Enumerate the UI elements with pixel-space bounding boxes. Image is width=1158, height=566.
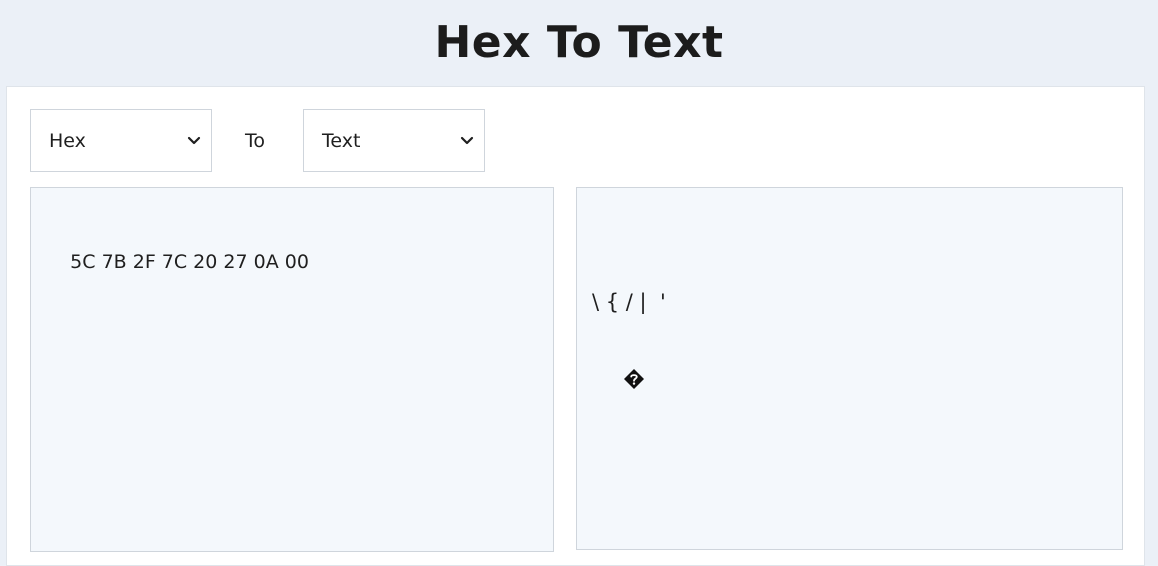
chevron-down-icon <box>460 136 474 144</box>
to-label: To <box>245 130 266 152</box>
text-output-textarea[interactable]: \ { / | ' <box>576 187 1123 550</box>
converter-card: Hex To Text 5C 7B 2F 7C 20 27 0A 00 \ { … <box>6 86 1145 566</box>
replacement-character-icon <box>623 369 644 389</box>
hex-input-textarea[interactable]: 5C 7B 2F 7C 20 27 0A 00 <box>30 187 554 552</box>
text-output-line-1: \ { / | ' <box>592 290 666 314</box>
to-format-value: Text <box>322 129 361 152</box>
hex-input-value: 5C 7B 2F 7C 20 27 0A 00 <box>70 251 309 273</box>
to-format-select[interactable]: Text <box>303 109 485 172</box>
from-format-select[interactable]: Hex <box>30 109 212 172</box>
page-title: Hex To Text <box>434 16 724 68</box>
page-header: Hex To Text <box>0 0 1158 86</box>
chevron-down-icon <box>187 136 201 144</box>
from-format-value: Hex <box>49 129 86 152</box>
